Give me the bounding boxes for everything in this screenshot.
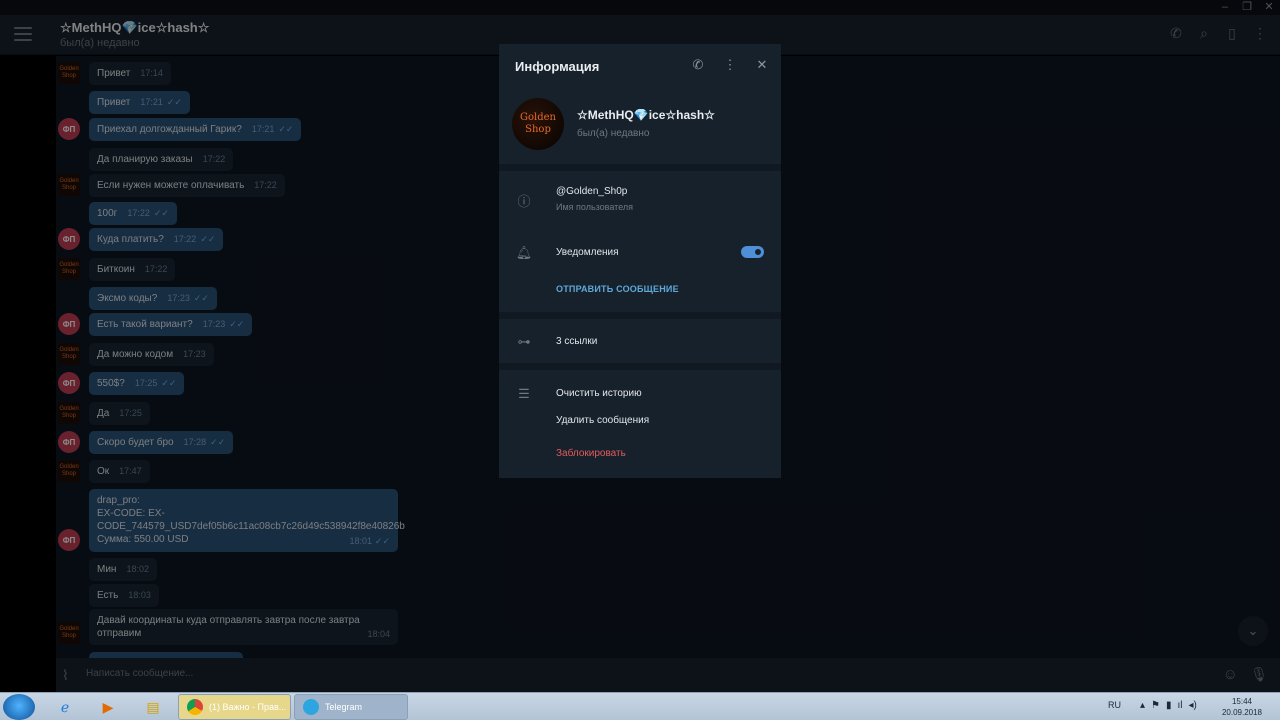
start-button[interactable] — [3, 694, 35, 720]
info-panel: Информация ✆ ⋮ ✕ Golden Shop ☆MethHQ💎ice☆… — [499, 44, 781, 478]
block-user-button[interactable]: Заблокировать — [556, 448, 626, 459]
taskbar-chrome[interactable]: (1) Важно - Прав... — [178, 694, 291, 720]
section-divider — [499, 312, 781, 319]
notifications-label: Уведомления — [556, 247, 619, 258]
chrome-icon — [187, 699, 203, 715]
more-vertical-icon[interactable]: ⋮ — [723, 57, 737, 73]
phone-icon[interactable]: ✆ — [691, 57, 705, 73]
telegram-icon — [303, 699, 319, 715]
section-divider — [499, 164, 781, 171]
telegram-desktop-window: – ❐ ✕ ☆MethHQ💎ice☆hash☆ был(а) недавно ✆… — [0, 0, 1280, 720]
action-center-icon[interactable]: ⚑ — [1151, 700, 1160, 711]
volume-icon[interactable]: ◂) — [1189, 700, 1197, 711]
clear-history-button[interactable]: Очистить историю — [556, 388, 642, 399]
profile-avatar[interactable]: Golden Shop — [512, 98, 564, 150]
send-message-button[interactable]: ОТПРАВИТЬ СООБЩЕНИЕ — [556, 284, 679, 294]
internet-explorer-icon[interactable]: ℯ — [50, 696, 80, 718]
section-divider — [499, 363, 781, 370]
profile-status: был(а) недавно — [577, 128, 650, 139]
delete-messages-button[interactable]: Удалить сообщения — [556, 415, 649, 426]
shared-links-item[interactable]: 3 ссылки — [556, 336, 597, 347]
network-icon[interactable]: ▮ — [1166, 700, 1172, 711]
clock[interactable]: 15:44 20.09.2018 — [1220, 696, 1264, 718]
info-circle-icon: ⓘ — [517, 194, 531, 209]
close-icon[interactable]: ✕ — [755, 57, 769, 73]
profile-name: ☆MethHQ💎ice☆hash☆ — [577, 108, 715, 122]
tray-icons: ▴ ⚑ ▮ ıl ◂) — [1140, 700, 1197, 711]
username-label: Имя пользователя — [556, 202, 634, 212]
notifications-toggle[interactable] — [741, 246, 764, 258]
windows-taskbar: ℯ ▶ ▤ (1) Важно - Прав... Telegram RU ▴ … — [0, 692, 1280, 720]
explorer-folder-icon[interactable]: ▤ — [138, 696, 168, 718]
signal-icon[interactable]: ıl — [1178, 700, 1183, 711]
expand-tray-icon[interactable]: ▴ — [1140, 700, 1145, 711]
link-icon: ⊶ — [517, 334, 531, 349]
bell-icon: 🔔︎ — [515, 245, 533, 260]
info-actions: ✆ ⋮ ✕ — [691, 57, 769, 73]
language-indicator[interactable]: RU — [1108, 700, 1121, 710]
media-player-icon[interactable]: ▶ — [93, 696, 123, 718]
username-value[interactable]: @Golden_Sh0p — [556, 186, 627, 197]
taskbar-telegram[interactable]: Telegram — [294, 694, 408, 720]
list-icon: ☰ — [518, 386, 530, 401]
info-title: Информация — [515, 59, 600, 74]
